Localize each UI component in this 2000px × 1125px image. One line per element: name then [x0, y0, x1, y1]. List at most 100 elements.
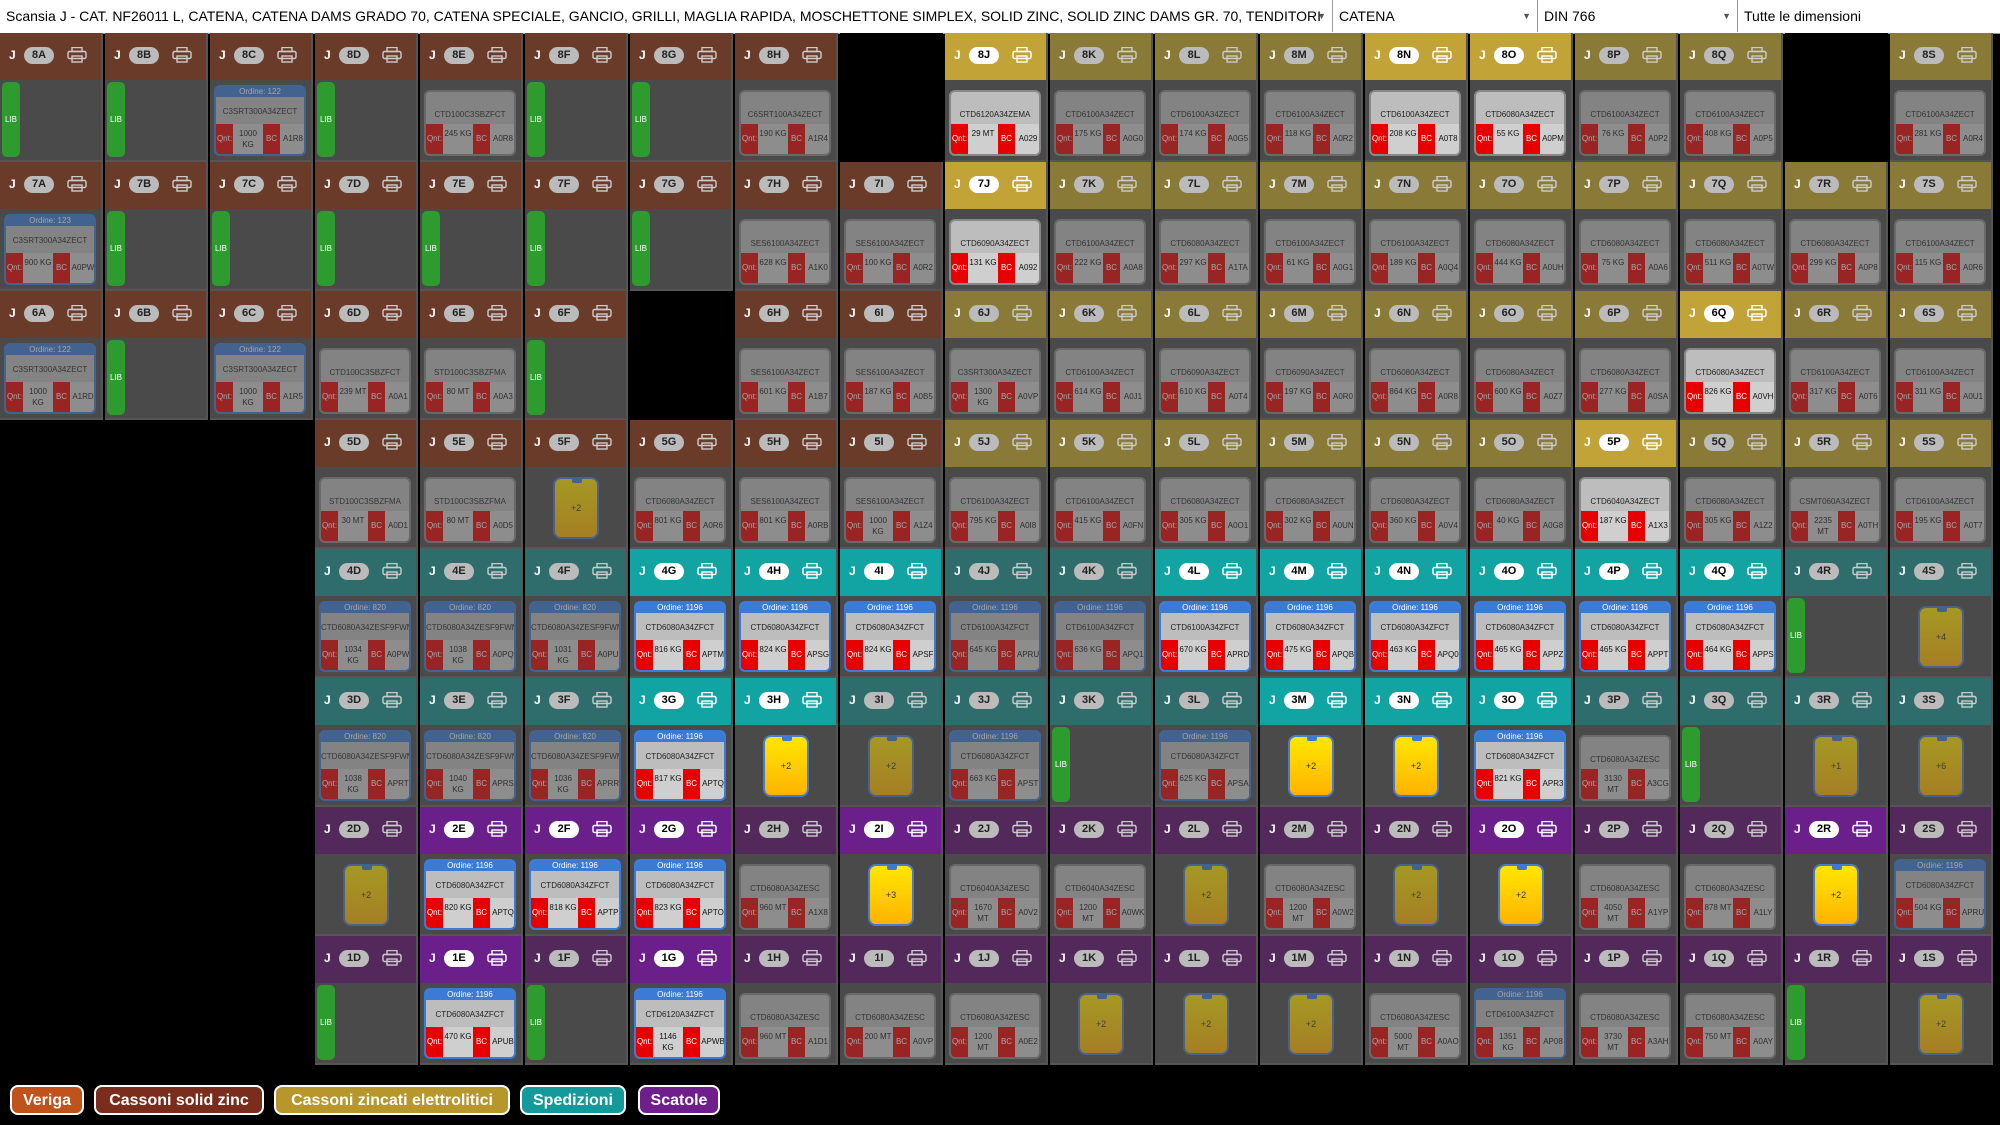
shelf-cell-4n[interactable]: J 4N Ordine: 1196 CTD6080A34ZFCT Qnt: 463 KG B… — [1365, 549, 1468, 678]
printer-icon[interactable] — [1642, 691, 1662, 708]
box-stack-icon[interactable]: +2 — [553, 477, 599, 539]
shelf-cell-6d[interactable]: J 6D CTD100C3SBZFCT Qnt: 239 MT BC A0A1 — [315, 291, 418, 420]
container-card[interactable]: Ordine: 1196 CTD6080A34ZFCT Qnt: 824 KG BC AP… — [844, 601, 936, 672]
box-stack-icon[interactable]: +2 — [343, 864, 389, 926]
shelf-cell-8a[interactable]: J 8A LIB — [0, 33, 103, 162]
printer-icon[interactable] — [907, 562, 927, 579]
container-card[interactable]: CTD6080A34ZECT Qnt: 864 KG BC A0R8 — [1369, 348, 1461, 414]
container-card[interactable]: CTD6080A34ZECT Qnt: 297 KG BC A1TA — [1159, 219, 1251, 285]
container-card[interactable]: SES6100A34ZECT Qnt: 601 KG BC A1B7 — [739, 348, 831, 414]
shelf-cell-5i[interactable]: J 5I SES6100A34ZECT Qnt: 1000 KG BC A1Z4 — [840, 420, 943, 549]
printer-icon[interactable] — [1537, 46, 1557, 63]
container-card[interactable]: CTD100C3SBZFCT Qnt: 239 MT BC A0A1 — [319, 348, 411, 414]
container-card[interactable]: CTD6100A34ZECT Qnt: 415 KG BC A0FN — [1054, 477, 1146, 543]
printer-icon[interactable] — [67, 304, 87, 321]
container-card[interactable]: Ordine: 1196 CTD6080A34ZFCT Qnt: 463 KG BC AP… — [1369, 601, 1461, 672]
legend-veriga[interactable]: Veriga — [10, 1085, 84, 1115]
legend-spedizioni[interactable]: Spedizioni — [520, 1085, 626, 1115]
printer-icon[interactable] — [592, 304, 612, 321]
printer-icon[interactable] — [1117, 304, 1137, 321]
box-stack-icon[interactable]: +2 — [1393, 864, 1439, 926]
shelf-cell-8m[interactable]: J 8M CTD6100A34ZECT Qnt: 118 KG BC A0R2 — [1260, 33, 1363, 162]
printer-icon[interactable] — [1222, 433, 1242, 450]
printer-icon[interactable] — [907, 691, 927, 708]
printer-icon[interactable] — [1852, 562, 1872, 579]
shelf-cell-7k[interactable]: J 7K CTD6100A34ZECT Qnt: 222 KG BC A0A8 — [1050, 162, 1153, 291]
shelf-cell-1g[interactable]: J 1G Ordine: 1196 CTD6120A34ZFCT Qnt: 1146 KG… — [630, 936, 733, 1065]
container-card[interactable]: CTD6090A34ZECT Qnt: 131 KG BC A092 — [949, 219, 1041, 285]
shelf-cell-1l[interactable]: J 1L +2 — [1155, 936, 1258, 1065]
container-card[interactable]: CTD6090A34ZECT Qnt: 610 KG BC A0T4 — [1159, 348, 1251, 414]
printer-icon[interactable] — [67, 46, 87, 63]
container-card[interactable]: CTD6100A34ZECT Qnt: 118 KG BC A0R2 — [1264, 90, 1356, 156]
shelf-cell-2d[interactable]: J 2D +2 — [315, 807, 418, 936]
shelf-cell-1r[interactable]: J 1R LIB — [1785, 936, 1888, 1065]
shelf-cell-1d[interactable]: J 1D LIB — [315, 936, 418, 1065]
container-card[interactable]: Ordine: 820 CTD6080A34ZESF9FWM Qnt: 1038 KG… — [424, 601, 516, 672]
printer-icon[interactable] — [487, 46, 507, 63]
printer-icon[interactable] — [592, 949, 612, 966]
shelf-cell-5q[interactable]: J 5Q CTD6080A34ZECT Qnt: 305 KG BC A1Z2 — [1680, 420, 1783, 549]
container-card[interactable]: CTD6080A34ZECT Qnt: 305 KG BC A0O1 — [1159, 477, 1251, 543]
shelf-cell-5g[interactable]: J 5G CTD6080A34ZECT Qnt: 801 KG BC A0R6 — [630, 420, 733, 549]
printer-icon[interactable] — [382, 433, 402, 450]
container-card[interactable]: CTD6080A34ZECT Qnt: 277 KG BC A0SA — [1579, 348, 1671, 414]
shelf-cell-5o[interactable]: J 5O CTD6080A34ZECT Qnt: 40 KG BC A0G8 — [1470, 420, 1573, 549]
container-card[interactable]: SES6100A34ZECT Qnt: 801 KG BC A0RB — [739, 477, 831, 543]
shelf-cell-8p[interactable]: J 8P CTD6100A34ZECT Qnt: 76 KG BC A0P2 — [1575, 33, 1678, 162]
container-card[interactable]: CTD6040A34ZESC Qnt: 1200 MT BC A0WK — [1054, 864, 1146, 930]
shelf-cell-2f[interactable]: J 2F Ordine: 1196 CTD6080A34ZFCT Qnt: 818 KG B… — [525, 807, 628, 936]
shelf-cell-8s[interactable]: J 8S CTD6100A34ZECT Qnt: 281 KG BC A0R4 — [1890, 33, 1993, 162]
printer-icon[interactable] — [697, 46, 717, 63]
shelf-cell-3g[interactable]: J 3G Ordine: 1196 CTD6080A34ZFCT Qnt: 817 KG B… — [630, 678, 733, 807]
printer-icon[interactable] — [907, 175, 927, 192]
shelf-cell-4m[interactable]: J 4M Ordine: 1196 CTD6080A34ZFCT Qnt: 475 KG B… — [1260, 549, 1363, 678]
container-card[interactable]: CTD6080A34ZESC Qnt: 1200 MT BC A0E2 — [949, 993, 1041, 1059]
box-stack-icon[interactable]: +1 — [1813, 735, 1859, 797]
shelf-cell-7p[interactable]: J 7P CTD6080A34ZECT Qnt: 75 KG BC A0A6 — [1575, 162, 1678, 291]
shelf-cell-3f[interactable]: J 3F Ordine: 820 CTD6080A34ZESF9FWM Qnt: 1036… — [525, 678, 628, 807]
printer-icon[interactable] — [1642, 304, 1662, 321]
container-card[interactable]: Ordine: 820 CTD6080A34ZESF9FWM Qnt: 1040 KG… — [424, 730, 516, 801]
printer-icon[interactable] — [172, 304, 192, 321]
shelf-cell-2e[interactable]: J 2E Ordine: 1196 CTD6080A34ZFCT Qnt: 820 KG B… — [420, 807, 523, 936]
printer-icon[interactable] — [802, 949, 822, 966]
shelf-cell-6k[interactable]: J 6K CTD6100A34ZECT Qnt: 614 KG BC A0J1 — [1050, 291, 1153, 420]
shelf-cell-8b[interactable]: J 8B LIB — [105, 33, 208, 162]
printer-icon[interactable] — [1957, 562, 1977, 579]
shelf-cell-4p[interactable]: J 4P Ordine: 1196 CTD6080A34ZFCT Qnt: 465 KG B… — [1575, 549, 1678, 678]
box-stack-icon[interactable]: +3 — [868, 864, 914, 926]
legend-zincati[interactable]: Cassoni zincati elettrolitici — [274, 1085, 510, 1115]
printer-icon[interactable] — [1222, 691, 1242, 708]
printer-icon[interactable] — [382, 46, 402, 63]
printer-icon[interactable] — [1117, 46, 1137, 63]
shelf-cell-5f[interactable]: J 5F +2 — [525, 420, 628, 549]
container-card[interactable]: CTD6080A34ZECT Qnt: 600 KG BC A0Z7 — [1474, 348, 1566, 414]
container-card[interactable]: Ordine: 1196 CTD6080A34ZFCT Qnt: 663 KG BC AP… — [949, 730, 1041, 801]
shelf-cell-5n[interactable]: J 5N CTD6080A34ZECT Qnt: 360 KG BC A0V4 — [1365, 420, 1468, 549]
shelf-cell-5h[interactable]: J 5H SES6100A34ZECT Qnt: 801 KG BC A0RB — [735, 420, 838, 549]
container-card[interactable]: Ordine: 1196 CTD6080A34ZFCT Qnt: 504 KG BC AP… — [1894, 859, 1986, 930]
shelf-cell-7d[interactable]: J 7D LIB — [315, 162, 418, 291]
shelf-cell-5d[interactable]: J 5D STD100C3SBZFMA Qnt: 30 MT BC A0D1 — [315, 420, 418, 549]
container-card[interactable]: Ordine: 1196 CTD6080A34ZFCT Qnt: 470 KG BC AP… — [424, 988, 516, 1059]
container-card[interactable]: CTD6080A34ZESC Qnt: 5000 MT BC A0AO — [1369, 993, 1461, 1059]
container-card[interactable]: CSMT060A34ZECT Qnt: 2235 MT BC A0TH — [1789, 477, 1881, 543]
printer-icon[interactable] — [592, 691, 612, 708]
container-card[interactable]: CTD6080A34ZECT Qnt: 75 KG BC A0A6 — [1579, 219, 1671, 285]
shelf-cell-5p[interactable]: J 5P CTD6040A34ZECT Qnt: 187 KG BC A1X3 — [1575, 420, 1678, 549]
printer-icon[interactable] — [1327, 175, 1347, 192]
container-card[interactable]: CTD6080A34ZECT Qnt: 801 KG BC A0R6 — [634, 477, 726, 543]
container-card[interactable]: CTD6100A34ZECT Qnt: 317 KG BC A0T6 — [1789, 348, 1881, 414]
container-card[interactable]: Ordine: 820 CTD6080A34ZESF9FWM Qnt: 1034 KG… — [319, 601, 411, 672]
printer-icon[interactable] — [1432, 175, 1452, 192]
shelf-cell-6i[interactable]: J 6I SES6100A34ZECT Qnt: 187 KG BC A0B5 — [840, 291, 943, 420]
printer-icon[interactable] — [382, 691, 402, 708]
container-card[interactable]: Ordine: 1196 CTD6080A34ZFCT Qnt: 816 KG BC AP… — [634, 601, 726, 672]
box-stack-icon[interactable]: +2 — [1183, 993, 1229, 1055]
shelf-cell-6p[interactable]: J 6P CTD6080A34ZECT Qnt: 277 KG BC A0SA — [1575, 291, 1678, 420]
printer-icon[interactable] — [487, 562, 507, 579]
container-card[interactable]: Ordine: 1196 CTD6100A34ZFCT Qnt: 1351 KG BC A… — [1474, 988, 1566, 1059]
printer-icon[interactable] — [1747, 691, 1767, 708]
printer-icon[interactable] — [1222, 175, 1242, 192]
